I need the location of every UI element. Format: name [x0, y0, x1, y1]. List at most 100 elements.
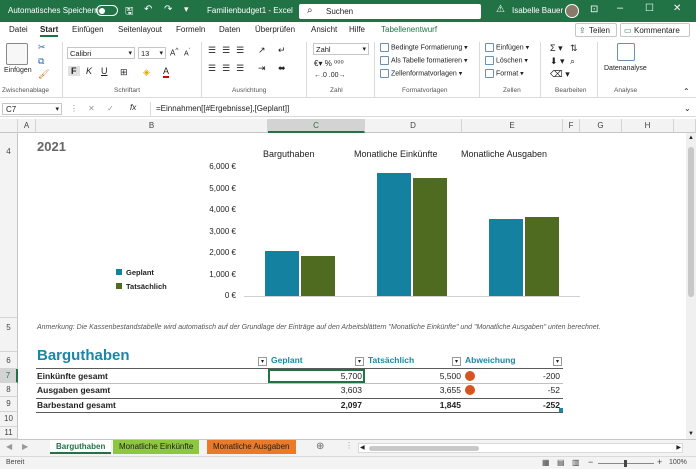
- redo-icon[interactable]: ↷: [164, 4, 172, 15]
- filter-dropdown-icon[interactable]: ▾: [553, 357, 562, 366]
- tab-file[interactable]: Datei: [9, 25, 28, 34]
- column-header[interactable]: A: [18, 119, 36, 133]
- row-header[interactable]: 11: [0, 427, 18, 439]
- add-sheet-icon[interactable]: ⊕: [316, 441, 324, 452]
- chart-bar[interactable]: [525, 217, 559, 296]
- fill-color-icon[interactable]: ◈: [143, 67, 150, 78]
- collapse-ribbon-icon[interactable]: ⌃: [683, 87, 690, 96]
- delete-cells-button[interactable]: Löschen ▾: [485, 56, 528, 65]
- row-header[interactable]: 5: [0, 318, 18, 352]
- currency-icon[interactable]: €▾ % ⁰⁰⁰: [314, 59, 344, 68]
- tab-data[interactable]: Daten: [219, 25, 240, 34]
- select-all[interactable]: [0, 119, 18, 133]
- prev-sheet-icon[interactable]: ◀: [6, 442, 12, 451]
- search-box[interactable]: ⌕ Suchen: [299, 4, 481, 19]
- ribbon-display-icon[interactable]: ⊡: [590, 4, 598, 15]
- column-header[interactable]: D: [365, 119, 462, 133]
- conditional-format-button[interactable]: Bedingte Formatierung ▾: [380, 43, 468, 52]
- row-header[interactable]: 4: [0, 133, 18, 318]
- normal-view-icon[interactable]: ▦: [542, 458, 550, 467]
- actual-value[interactable]: 3,655: [365, 385, 461, 395]
- planned-value[interactable]: 3,603: [270, 385, 362, 395]
- indent-icon[interactable]: ⇥: [258, 63, 266, 74]
- minimize-icon[interactable]: –: [617, 2, 623, 14]
- scroll-down-icon[interactable]: ▼: [688, 431, 694, 437]
- table-resize-handle[interactable]: [559, 408, 563, 412]
- planned-value[interactable]: 2,097: [270, 400, 362, 410]
- variance-value[interactable]: -52: [462, 385, 560, 395]
- fx-icon[interactable]: fx: [130, 103, 136, 112]
- column-header[interactable]: F: [563, 119, 580, 133]
- vertical-scrollbar[interactable]: ▲ ▼: [686, 133, 696, 439]
- warning-icon[interactable]: ⚠: [496, 4, 505, 15]
- row-header[interactable]: 6: [0, 352, 18, 369]
- chart-bar[interactable]: [377, 173, 411, 296]
- chart-bar[interactable]: [301, 256, 335, 296]
- filter-dropdown-icon[interactable]: ▾: [452, 357, 461, 366]
- data-analysis-icon[interactable]: [617, 43, 635, 61]
- zoom-out-icon[interactable]: −: [588, 457, 593, 467]
- scroll-left-icon[interactable]: ◀: [360, 444, 365, 451]
- format-as-table-button[interactable]: Als Tabelle formatieren ▾: [380, 56, 468, 65]
- zoom-in-icon[interactable]: +: [657, 457, 662, 467]
- filter-dropdown-icon[interactable]: ▾: [355, 357, 364, 366]
- scrollbar-thumb[interactable]: [688, 147, 694, 297]
- column-header[interactable]: C: [268, 119, 365, 133]
- page-layout-icon[interactable]: ▤: [557, 458, 565, 467]
- sort-filter-icon[interactable]: ⇅: [570, 43, 578, 54]
- chart-bar[interactable]: [413, 177, 447, 296]
- chart-bar[interactable]: [489, 218, 523, 296]
- cut-icon[interactable]: ✂: [38, 42, 46, 53]
- tab-view[interactable]: Ansicht: [311, 25, 337, 34]
- column-header[interactable]: G: [580, 119, 622, 133]
- avatar[interactable]: [565, 4, 579, 18]
- shrink-font-icon[interactable]: Aˇ: [184, 48, 191, 57]
- row-header[interactable]: 8: [0, 383, 18, 397]
- tab-table-design[interactable]: Tabellenentwurf: [381, 25, 437, 34]
- scrollbar-thumb[interactable]: [369, 446, 479, 451]
- next-sheet-icon[interactable]: ▶: [22, 442, 28, 451]
- zoom-level[interactable]: 100%: [669, 459, 687, 466]
- formula-input[interactable]: =Einnahmen[[#Ergebnisse],[Geplant]]: [156, 104, 289, 113]
- sheet-tab-monthly-expenses[interactable]: Monatliche Ausgaben: [207, 440, 296, 454]
- filter-dropdown-icon[interactable]: ▾: [258, 357, 267, 366]
- page-break-icon[interactable]: ▥: [572, 458, 580, 467]
- bar-chart[interactable]: Barguthaben Monatliche Einkünfte Monatli…: [180, 141, 600, 321]
- scroll-up-icon[interactable]: ▲: [688, 135, 694, 141]
- actual-value[interactable]: 1,845: [365, 400, 461, 410]
- chart-bar[interactable]: [265, 250, 299, 296]
- paste-icon[interactable]: [6, 43, 28, 65]
- more-icon[interactable]: ⋮: [70, 104, 78, 113]
- customize-qat-icon[interactable]: ▾: [184, 4, 189, 15]
- column-header[interactable]: E: [462, 119, 563, 133]
- column-header[interactable]: B: [36, 119, 268, 133]
- insert-cells-button[interactable]: Einfügen ▾: [485, 43, 529, 52]
- autosum-icon[interactable]: Σ ▾: [550, 43, 563, 54]
- tab-formulas[interactable]: Formeln: [176, 25, 205, 34]
- autosave-toggle[interactable]: [96, 5, 118, 16]
- variance-value[interactable]: -252: [462, 400, 560, 410]
- find-icon[interactable]: ⌕: [570, 56, 575, 67]
- data-analysis-label[interactable]: Datenanalyse: [604, 65, 647, 72]
- number-format-select[interactable]: Zahl ▾: [313, 43, 369, 55]
- merge-center-icon[interactable]: ⬌: [278, 63, 286, 74]
- sheet-tab-barguthaben[interactable]: Barguthaben: [50, 440, 112, 454]
- save-icon[interactable]: 🖫: [125, 4, 134, 21]
- fill-icon[interactable]: ⬇ ▾: [550, 56, 565, 67]
- italic-icon[interactable]: K: [86, 66, 92, 76]
- paste-label[interactable]: Einfügen: [4, 67, 32, 74]
- actual-value[interactable]: 5,500: [365, 371, 461, 381]
- comments-button[interactable]: ▭ Kommentare: [620, 23, 690, 37]
- tab-splitter-icon[interactable]: ⋮: [345, 441, 353, 450]
- expand-formula-icon[interactable]: ⌄: [684, 104, 691, 113]
- font-name-select[interactable]: Calibri ▾: [67, 47, 135, 59]
- maximize-icon[interactable]: ☐: [645, 3, 654, 14]
- vertical-align-icons[interactable]: ☰☰☰: [208, 45, 250, 56]
- cancel-icon[interactable]: ✕: [88, 104, 95, 113]
- format-painter-icon[interactable]: 🖌: [38, 69, 49, 80]
- format-cells-button[interactable]: Format ▾: [485, 69, 524, 78]
- worksheet-grid[interactable]: A B C D E F G H 4 5 6 7 8 9 10 11 2021 B…: [0, 119, 696, 439]
- decimal-icons[interactable]: ←.0 .00→: [314, 72, 346, 79]
- horizontal-scrollbar[interactable]: ◀ ▶: [358, 443, 683, 453]
- close-icon[interactable]: ✕: [673, 3, 681, 14]
